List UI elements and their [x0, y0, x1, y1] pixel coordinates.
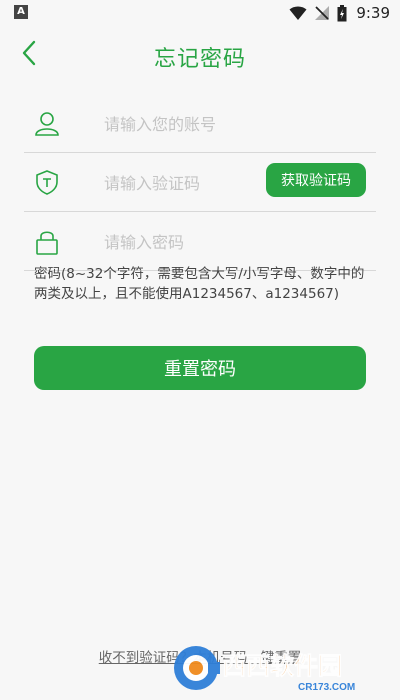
password-field-row: [24, 214, 376, 271]
get-code-button[interactable]: 获取验证码: [266, 163, 366, 197]
password-input[interactable]: [102, 226, 286, 258]
reset-password-button[interactable]: 重置密码: [34, 346, 366, 390]
account-field-row: [24, 96, 376, 153]
status-bar: A 9:39: [0, 0, 400, 26]
lock-icon: [34, 228, 60, 255]
page-title: 忘记密码: [153, 47, 246, 72]
watermark-logo: 西西软件园 CR173.COM: [170, 642, 390, 694]
code-input[interactable]: [102, 167, 286, 199]
svg-text:CR173.COM: CR173.COM: [298, 682, 355, 693]
password-hint: 密码(8~32个字符，需要包含大写/小写字母、数字中的两类及以上，且不能使用A1…: [34, 266, 365, 302]
wifi-icon: [289, 5, 307, 21]
no-signal-icon: [314, 5, 330, 21]
shield-icon: [34, 169, 60, 195]
battery-charging-icon: [337, 4, 347, 22]
svg-text:西西软件园: 西西软件园: [222, 652, 342, 680]
status-icons: 9:39: [289, 3, 390, 23]
status-time: 9:39: [356, 4, 390, 22]
reset-form: 获取验证码: [24, 96, 376, 273]
header: 忘记密码: [0, 26, 400, 84]
notification-icon: A: [14, 5, 28, 19]
user-icon: [34, 110, 60, 136]
forgot-password-screen: A 9:39 忘记密码 请输入您的账号 请输入验证码 获取验证码 密码(8~32…: [0, 0, 400, 700]
account-input[interactable]: [102, 108, 286, 140]
